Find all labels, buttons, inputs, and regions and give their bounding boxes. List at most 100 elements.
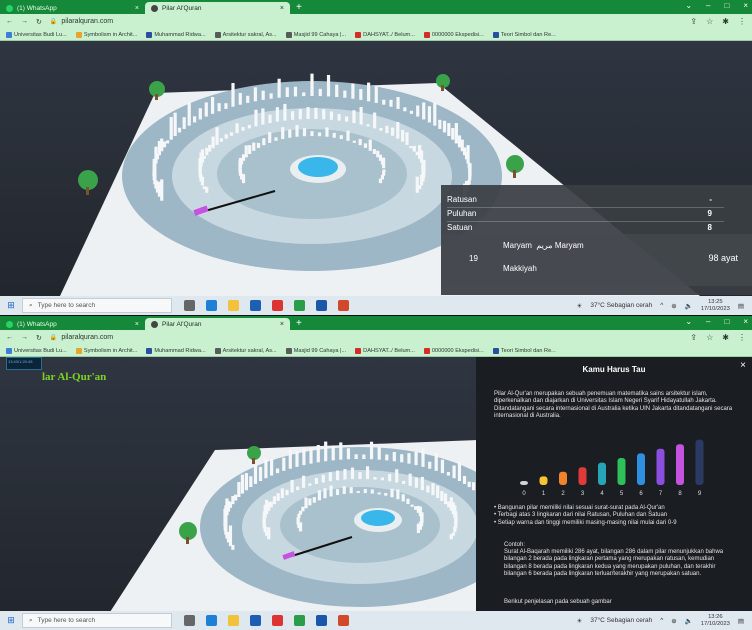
bookmark-item[interactable]: Teori Simbol dan Re... (492, 347, 556, 354)
forward-icon[interactable]: → (21, 334, 28, 341)
pillar (241, 127, 245, 131)
notification-icon[interactable]: ▤ (738, 302, 744, 310)
forward-icon[interactable]: → (21, 18, 28, 25)
task-view-icon[interactable] (184, 615, 195, 626)
close-tab-icon[interactable]: × (135, 321, 139, 328)
bookmark-item[interactable]: Arsitektur sakral, As... (214, 347, 277, 354)
bookmark-item[interactable]: 0000000 Ekspedisi... (423, 347, 484, 354)
back-icon[interactable]: ← (6, 18, 13, 25)
pillar (418, 506, 422, 517)
bookmark-item[interactable]: Symbolism in Archit... (75, 347, 137, 354)
bookmark-item[interactable]: Arsitektur sakral, As... (214, 31, 277, 38)
pillar (414, 506, 418, 510)
pillar (342, 486, 346, 494)
maximize-icon[interactable]: □ (724, 1, 729, 10)
bookmark-item[interactable]: Muhammad Ridwa... (146, 347, 206, 354)
menu-icon[interactable]: ⋮ (738, 17, 746, 26)
chevron-up-icon[interactable]: ^ (660, 617, 663, 624)
file-explorer-icon[interactable] (228, 615, 239, 626)
close-window-icon[interactable]: × (743, 1, 748, 10)
pillar (434, 452, 438, 471)
menu-icon[interactable]: ⋮ (738, 333, 746, 342)
video-thumbnail[interactable]: 13:43/1:20:45 (6, 357, 42, 370)
file-explorer-icon[interactable] (228, 300, 239, 311)
pillar (388, 473, 392, 482)
close-tab-icon[interactable]: × (280, 5, 284, 12)
edge-icon[interactable] (206, 615, 217, 626)
pillar (324, 441, 328, 462)
reload-icon[interactable]: ↻ (36, 334, 42, 342)
clock[interactable]: 13:25 17/10/2023 (701, 299, 730, 313)
tab-pilar[interactable]: Pilar Al'Quran × (145, 318, 290, 330)
minimize-icon[interactable]: – (706, 1, 710, 10)
star-icon[interactable]: ☆ (706, 17, 713, 26)
close-tab-icon[interactable]: × (135, 5, 139, 12)
edge-icon[interactable] (206, 300, 217, 311)
pillar (374, 86, 378, 103)
store-icon[interactable] (250, 300, 261, 311)
bookmark-item[interactable]: Masjid 99 Cahaya |... (285, 31, 346, 38)
bookmark-item[interactable]: Teori Simbol dan Re... (492, 31, 556, 38)
close-tab-icon[interactable]: × (280, 321, 284, 328)
tab-pilar[interactable]: Pilar Al'Quran × (145, 2, 290, 14)
back-icon[interactable]: ← (6, 334, 13, 341)
pillar (447, 123, 451, 136)
share-icon[interactable]: ⇪ (690, 333, 697, 342)
powerpoint-icon[interactable] (338, 615, 349, 626)
pillar (428, 461, 432, 469)
store-icon[interactable] (250, 615, 261, 626)
url-field[interactable]: 🔒 pilaralquran.com (50, 18, 683, 25)
clock[interactable]: 13:26 17/10/2023 (701, 614, 730, 628)
network-icon[interactable]: ⊕ (671, 302, 676, 310)
maximize-icon[interactable]: □ (724, 317, 729, 326)
digit-bar-legend: 0 1 2 3 4 5 6 7 8 9 (520, 439, 704, 497)
bookmark-item[interactable]: Muhammad Ridwa... (146, 31, 206, 38)
reload-icon[interactable]: ↻ (36, 18, 42, 26)
network-icon[interactable]: ⊕ (671, 617, 676, 625)
bookmark-item[interactable]: Symbolism in Archit... (75, 31, 137, 38)
powerpoint-icon[interactable] (338, 300, 349, 311)
taskbar-search[interactable]: ⌕ Type here to search (22, 613, 172, 628)
pillar (258, 466, 263, 482)
pillar (419, 515, 424, 520)
chrome-icon[interactable] (294, 615, 305, 626)
url-field[interactable]: 🔒 pilaralquran.com (50, 334, 683, 341)
chevron-down-icon[interactable]: ⌄ (685, 317, 692, 326)
task-view-icon[interactable] (184, 300, 195, 311)
notification-icon[interactable]: ▤ (738, 617, 744, 625)
tab-whatsapp[interactable]: (1) WhatsApp × (0, 318, 145, 330)
bookmark-item[interactable]: DAHSYAT../ Belum... (355, 347, 415, 354)
extension-icon[interactable]: ✱ (722, 333, 729, 342)
word-icon[interactable] (316, 300, 327, 311)
volume-icon[interactable]: 🔈 (685, 302, 693, 310)
bookmark-item[interactable]: DAHSYAT../ Belum... (355, 31, 415, 38)
word-icon[interactable] (316, 615, 327, 626)
digit-label: 4 (600, 491, 604, 497)
close-window-icon[interactable]: × (743, 317, 748, 326)
chrome-icon[interactable] (272, 300, 283, 311)
star-icon[interactable]: ☆ (706, 333, 713, 342)
chrome-icon[interactable] (294, 300, 305, 311)
bookmark-item[interactable]: Universitas Budi Lu... (6, 31, 67, 38)
tab-whatsapp[interactable]: (1) WhatsApp × (0, 2, 145, 14)
windows-icon[interactable]: ⊞ (0, 615, 22, 626)
new-tab-button[interactable]: + (296, 318, 302, 330)
taskbar-search[interactable]: ⌕ Type here to search (22, 298, 172, 313)
bookmark-item[interactable]: 0000000 Ekspedisi... (423, 31, 484, 38)
pillar (453, 526, 457, 533)
volume-icon[interactable]: 🔈 (685, 617, 693, 625)
minimize-icon[interactable]: – (706, 317, 710, 326)
chrome-icon[interactable] (272, 615, 283, 626)
pillar (410, 504, 414, 507)
extension-icon[interactable]: ✱ (722, 17, 729, 26)
screenshot-1: (1) WhatsApp × Pilar Al'Quran × + ⌄ – □ × ← → ↻… (0, 0, 752, 315)
chevron-up-icon[interactable]: ^ (660, 302, 663, 309)
new-tab-button[interactable]: + (296, 2, 302, 14)
digit-bar-2 (559, 471, 567, 485)
pillar (308, 483, 312, 486)
share-icon[interactable]: ⇪ (690, 17, 697, 26)
chevron-down-icon[interactable]: ⌄ (685, 1, 692, 10)
bookmark-item[interactable]: Universitas Budi Lu... (6, 347, 67, 354)
bookmark-item[interactable]: Masjid 99 Cahaya |... (285, 347, 346, 354)
windows-icon[interactable]: ⊞ (0, 300, 22, 311)
